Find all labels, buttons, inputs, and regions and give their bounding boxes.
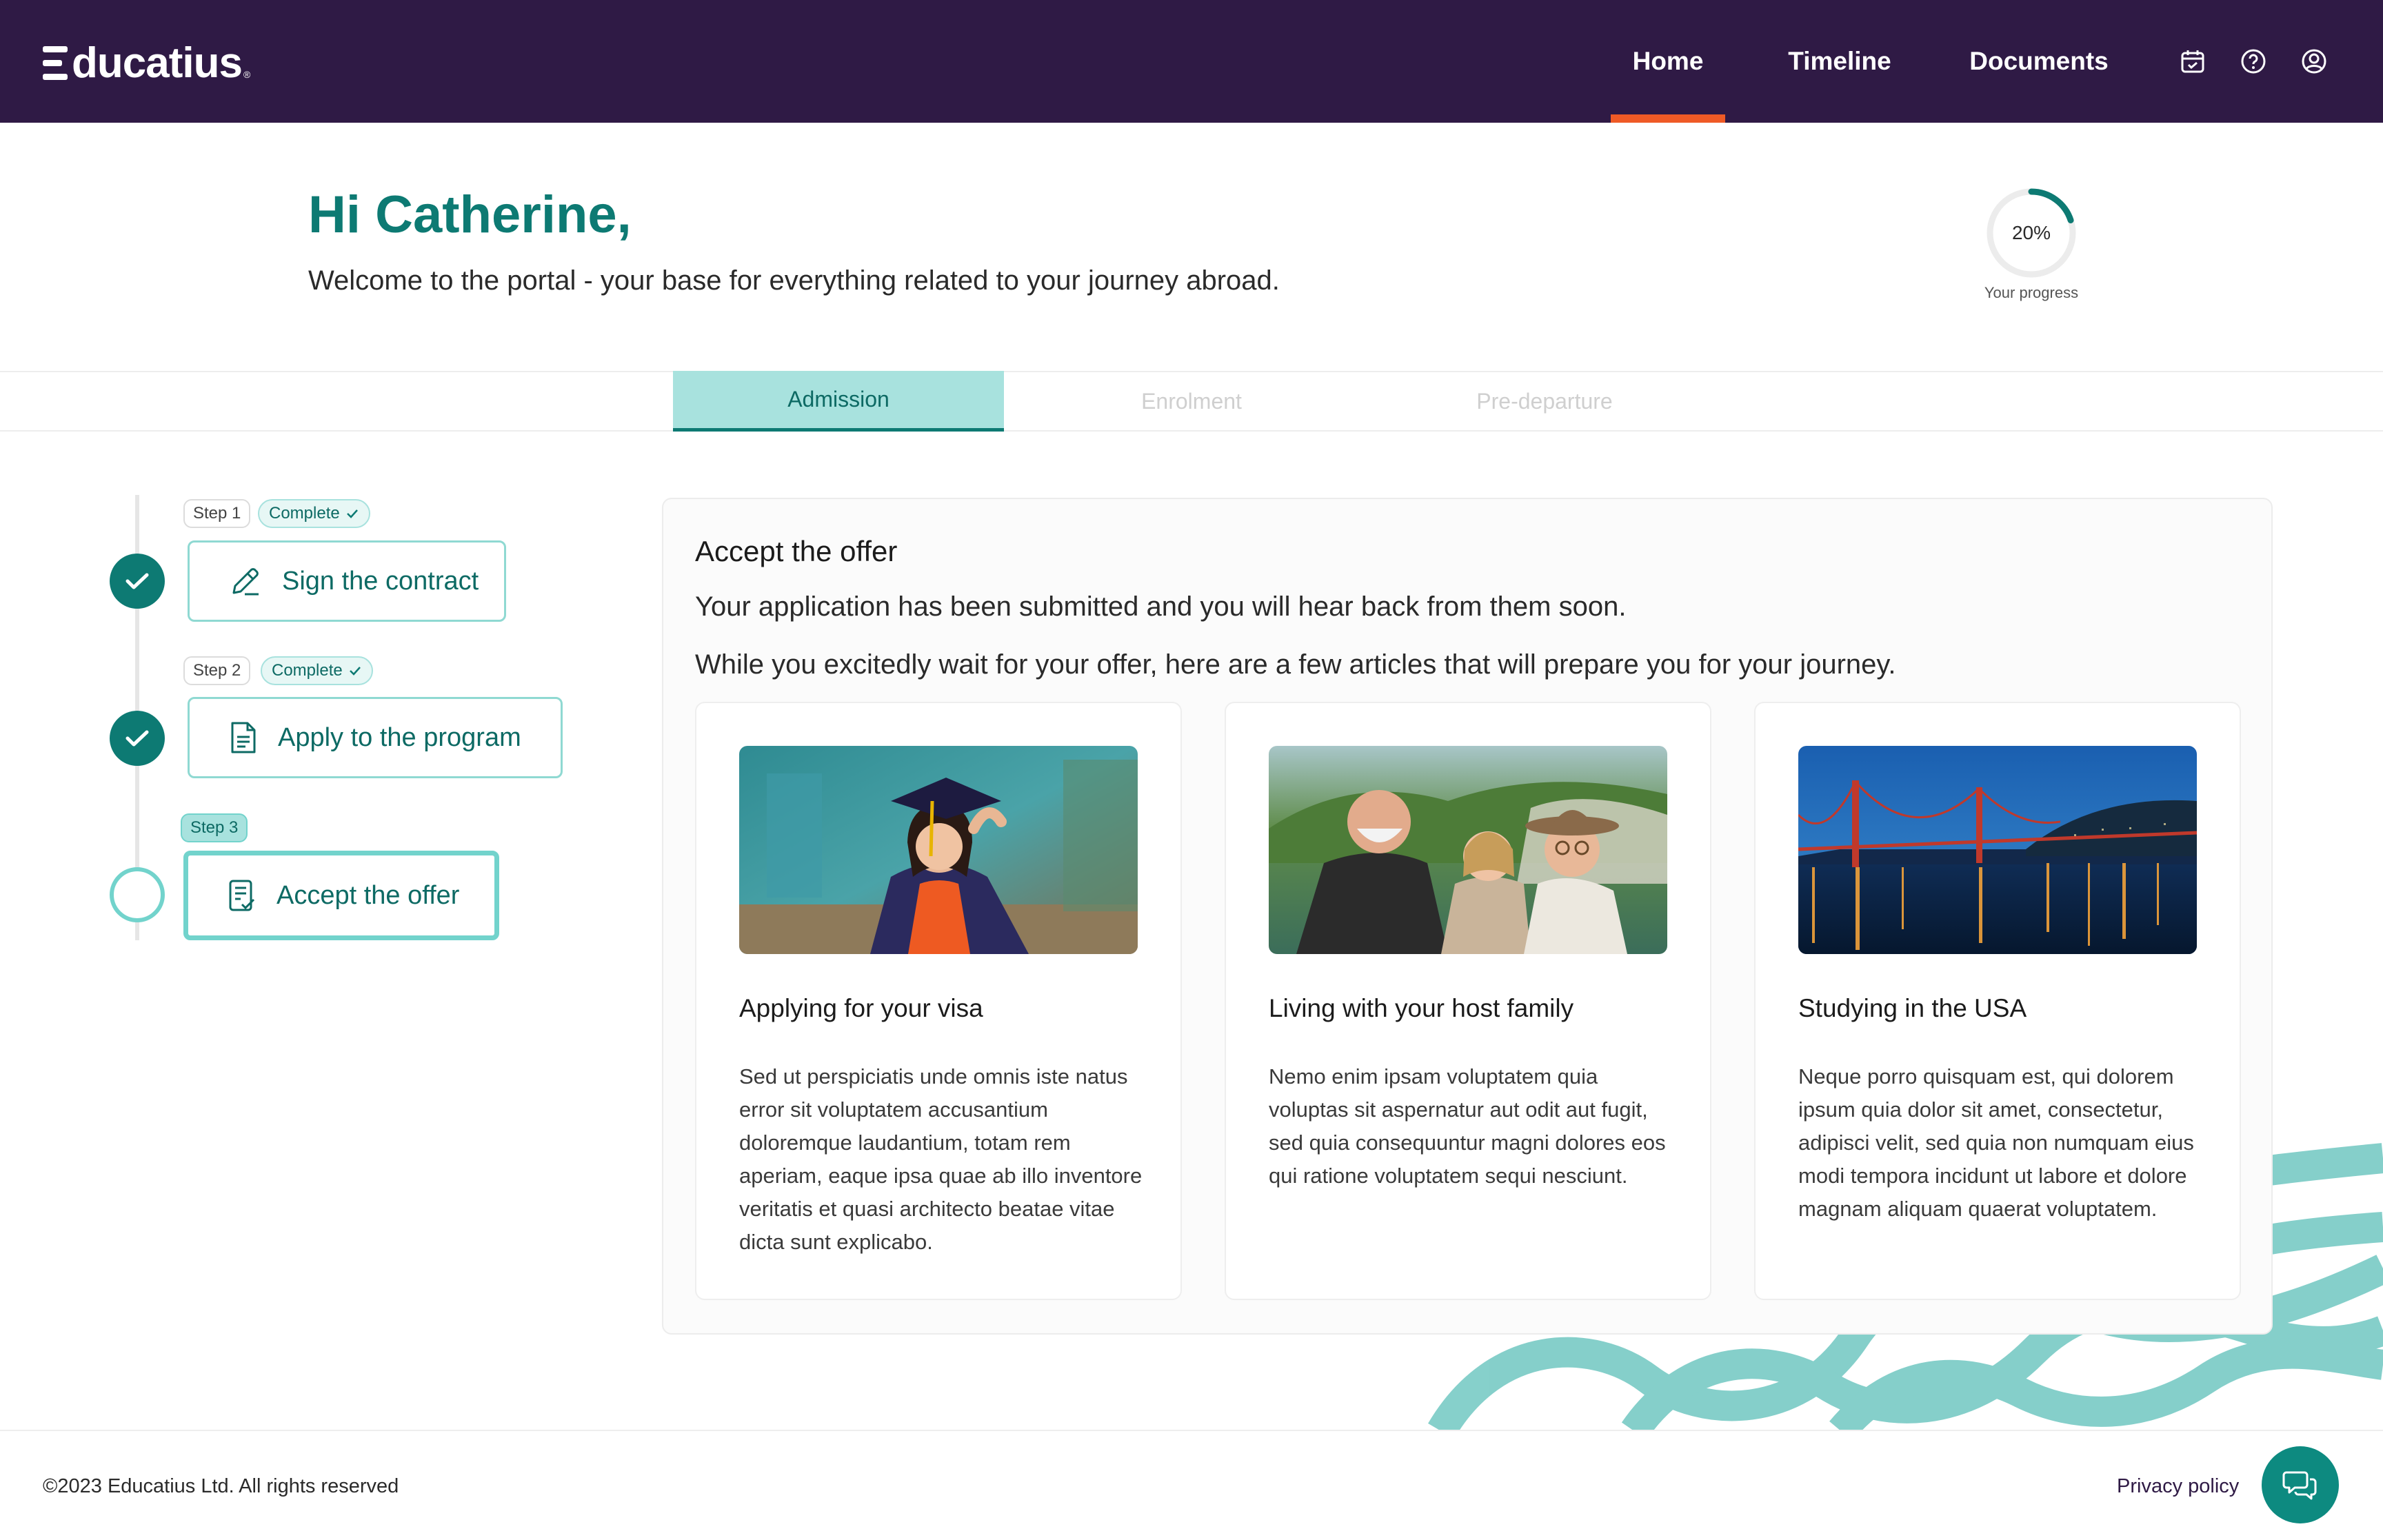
host-family-photo-image <box>1269 746 1667 954</box>
step-1-status-text: Complete <box>269 504 340 523</box>
step-2-title: Apply to the program <box>278 722 521 752</box>
article-3-title[interactable]: Studying in the USA <box>1798 994 2027 1023</box>
copyright-text: ©2023 Educatius Ltd. All rights reserved <box>43 1475 399 1497</box>
step-1-complete-indicator <box>110 554 165 609</box>
step-2-label: Step 2 <box>183 656 251 685</box>
article-2-body: Nemo enim ipsam voluptatem quia voluptas… <box>1269 1064 1666 1188</box>
step-2-status-badge: Complete <box>261 656 373 685</box>
tab-admission[interactable]: Admission <box>673 371 1004 432</box>
nav-home[interactable]: Home <box>1611 0 1725 123</box>
step-3-current-indicator <box>110 867 165 922</box>
article-2-title[interactable]: Living with your host family <box>1269 994 1573 1023</box>
nav-documents[interactable]: Documents <box>1958 0 2120 123</box>
top-navigation-bar: ducatius ® Home Timeline Documents <box>0 0 2383 123</box>
panel-title: Accept the offer <box>695 535 898 567</box>
article-card-host-family[interactable]: Living with your host family Nemo enim i… <box>1225 702 1711 1300</box>
chat-icon <box>2282 1471 2317 1500</box>
chat-button[interactable] <box>2262 1446 2339 1523</box>
greeting-subtitle: Welcome to the portal - your base for ev… <box>308 265 1280 296</box>
progress-label: Your progress <box>1984 284 2079 301</box>
step-1-label: Step 1 <box>183 499 251 528</box>
step-apply-program-button[interactable]: Apply to the program <box>188 697 563 778</box>
brand-logo[interactable]: ducatius ® <box>43 39 251 87</box>
brand-name: ducatius <box>72 39 243 87</box>
greeting-title: Hi Catherine, <box>308 185 632 244</box>
footer-divider <box>0 1430 2383 1431</box>
step-accept-offer-button[interactable]: Accept the offer <box>183 851 499 940</box>
tab-pre-departure[interactable]: Pre-departure <box>1379 371 1710 432</box>
progress-value: 20% <box>2011 222 2051 243</box>
step-1-status-badge: Complete <box>258 499 370 528</box>
panel-paragraph-1: Your application has been submitted and … <box>695 591 1627 622</box>
check-icon <box>125 573 149 589</box>
check-icon <box>346 509 358 518</box>
step-3-label: Step 3 <box>181 813 248 842</box>
check-icon <box>349 667 361 676</box>
step-1-title: Sign the contract <box>282 566 479 596</box>
document-icon <box>231 722 256 753</box>
article-card-visa[interactable]: Applying for your visa Sed ut perspiciat… <box>695 702 1182 1300</box>
step-sign-contract-button[interactable]: Sign the contract <box>188 540 506 622</box>
step-2-status-text: Complete <box>272 661 343 680</box>
nav-timeline[interactable]: Timeline <box>1772 0 1907 123</box>
step-2-complete-indicator <box>110 711 165 766</box>
calendar-icon[interactable] <box>2179 48 2206 75</box>
help-icon[interactable] <box>2240 48 2267 75</box>
step-3-title: Accept the offer <box>276 880 460 910</box>
article-1-title[interactable]: Applying for your visa <box>739 994 983 1023</box>
pen-icon <box>232 568 259 596</box>
account-icon[interactable] <box>2300 48 2328 75</box>
check-icon <box>125 730 149 747</box>
offer-document-icon <box>229 880 255 911</box>
golden-gate-bridge-photo-image <box>1798 746 2197 954</box>
panel-paragraph-2: While you excitedly wait for your offer,… <box>695 649 1896 680</box>
article-3-body: Neque porro quisquam est, qui dolorem ip… <box>1798 1064 2194 1221</box>
graduate-photo-image <box>739 746 1138 954</box>
article-card-usa[interactable]: Studying in the USA Neque porro quisquam… <box>1754 702 2241 1300</box>
logo-mark-icon <box>43 45 70 81</box>
logo-registered-mark: ® <box>243 69 251 80</box>
tab-enrolment[interactable]: Enrolment <box>1026 371 1357 432</box>
article-1-body: Sed ut perspiciatis unde omnis iste natu… <box>739 1064 1143 1254</box>
privacy-policy-link[interactable]: Privacy policy <box>2117 1475 2239 1498</box>
